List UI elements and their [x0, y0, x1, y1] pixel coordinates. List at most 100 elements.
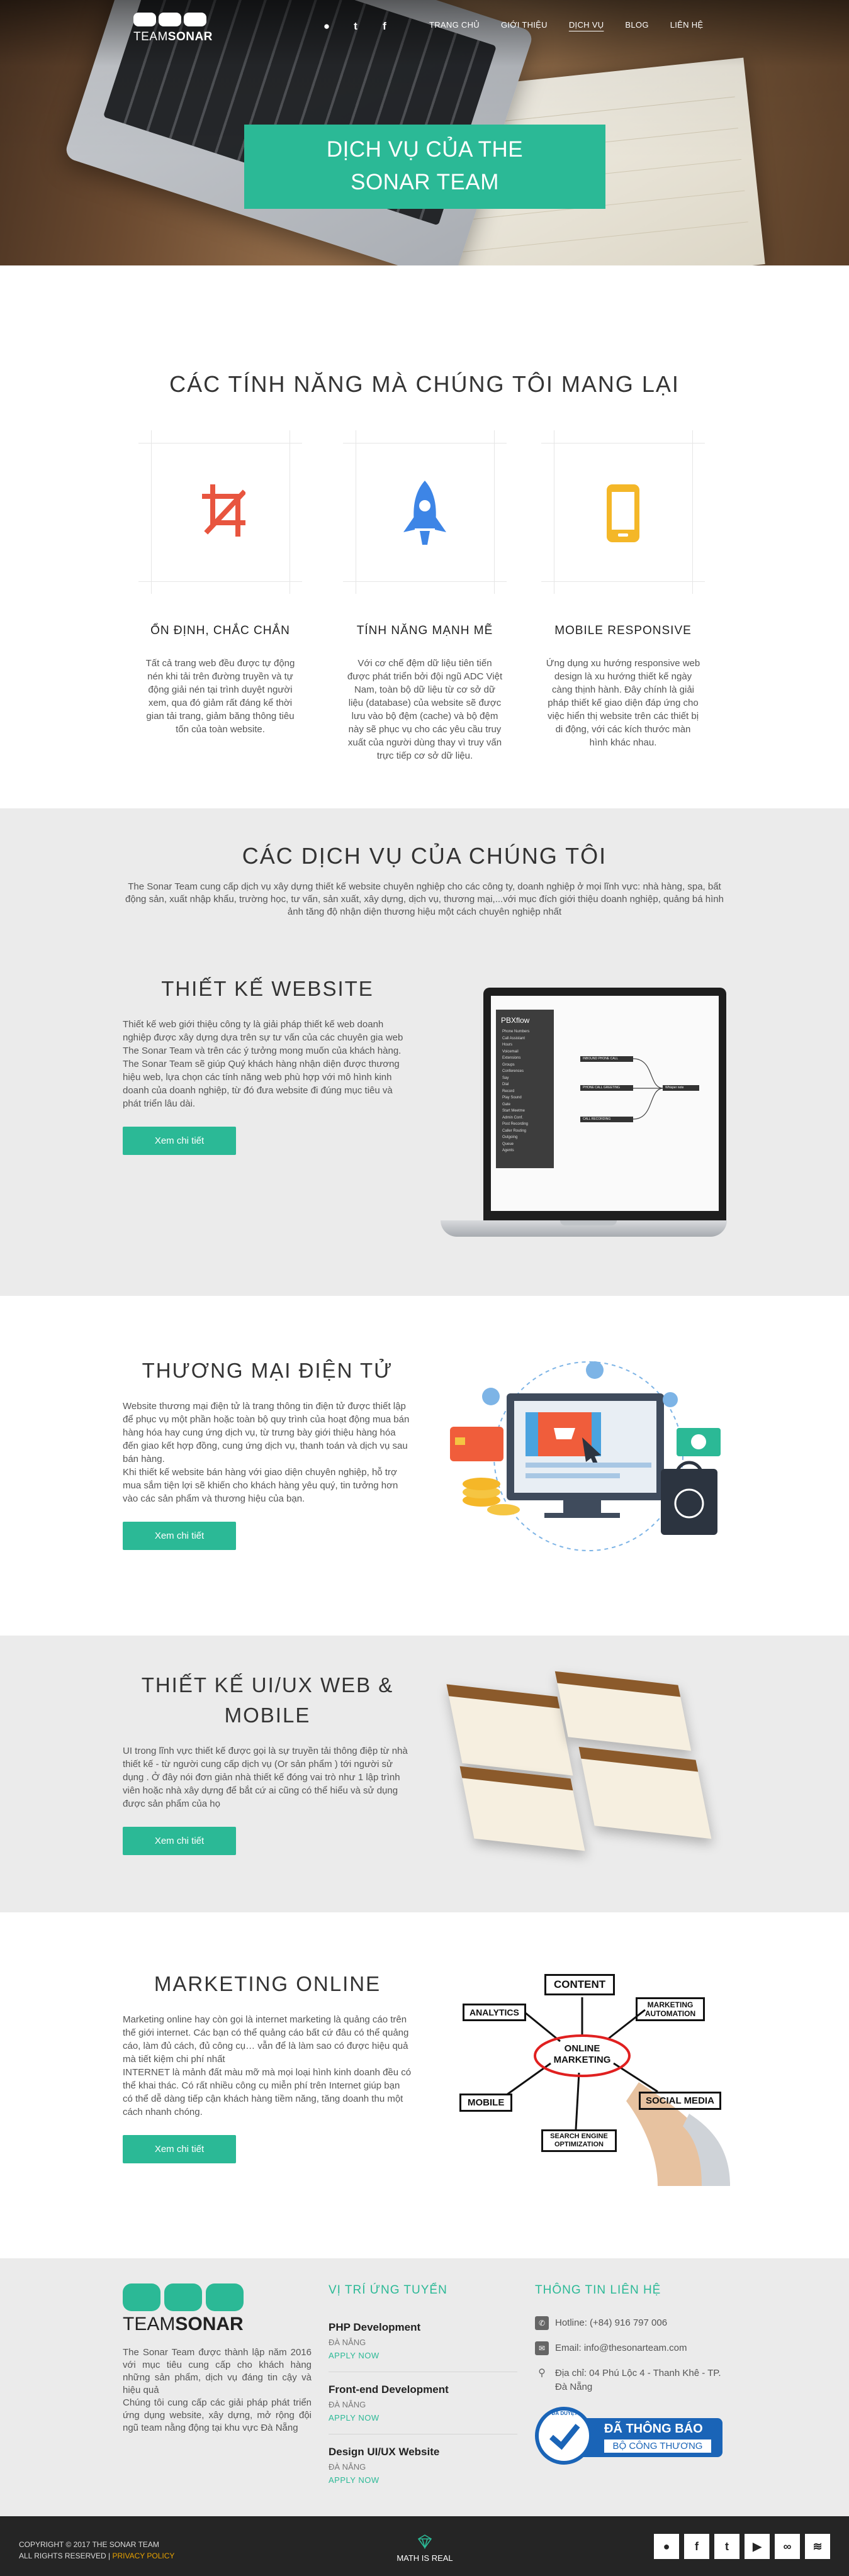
service-title: THIẾT KẾ UI/UX WEB & MOBILE [141, 1673, 394, 1727]
service-marketing: MARKETING ONLINE Marketing online hay cò… [123, 1969, 412, 2163]
mock-menu-item: Gate [502, 1102, 511, 1107]
services-intro: CÁC DỊCH VỤ CỦA CHÚNG TÔI The Sonar Team… [0, 843, 849, 918]
feature-text: Tất cả trang web đều được tự động nén kh… [145, 658, 295, 735]
service-text: UI trong lĩnh vực thiết kế được gọi là s… [123, 1746, 408, 1809]
service-uiux: THIẾT KẾ UI/UX WEB & MOBILE UI trong lĩn… [123, 1670, 412, 1855]
nav-item-contact[interactable]: LIÊN HỆ [670, 20, 704, 30]
contact-hotline[interactable]: Hotline: (+84) 916 797 006 [555, 2316, 667, 2330]
diagram-content-label: CONTENT [544, 1974, 616, 1995]
services-intro-text: The Sonar Team cung cấp dịch vụ xây dựng… [125, 881, 724, 917]
mock-menu-item: Call Assistant [502, 1036, 526, 1040]
nav-item-blog[interactable]: BLOG [625, 20, 648, 30]
service-website: THIẾT KẾ WEBSITE Thiết kế web giới thiệu… [123, 974, 412, 1155]
twitter-icon[interactable]: t [350, 20, 361, 33]
contact-title: THÔNG TIN LIÊN HỆ [535, 2283, 661, 2297]
mock-menu-item: Dial [502, 1083, 509, 1086]
apply-now-link[interactable]: APPLY NOW [329, 2351, 517, 2360]
view-details-button[interactable]: Xem chi tiết [123, 1522, 236, 1550]
nav-item-services[interactable]: DỊCH VỤ [569, 20, 604, 30]
mock-menu-item: Start Meetme [502, 1109, 526, 1113]
view-details-button[interactable]: Xem chi tiết [123, 1127, 236, 1155]
youtube-icon[interactable]: ▶ [745, 2534, 770, 2559]
mock-menu-item: Post Recording [502, 1122, 529, 1126]
mock-menu-item: Queue [502, 1142, 514, 1146]
diagram-mobile-label: MOBILE [459, 2094, 513, 2112]
mock-menu-item: Agents [502, 1149, 514, 1152]
job-item: Front-end Development ĐÀ NẴNG APPLY NOW [329, 2384, 517, 2423]
privacy-policy-link[interactable]: PRIVACY POLICY [113, 2551, 175, 2560]
phone-icon: ✆ [535, 2316, 549, 2330]
feature-text: Với cơ chế đệm dữ liệu tiên tiến được ph… [347, 658, 503, 761]
crop-icon [202, 484, 245, 537]
service-ecommerce: THƯƠNG MẠI ĐIỆN TỬ Website thương mại đi… [123, 1356, 412, 1550]
mock-menu-item: Admin Conf. [502, 1115, 524, 1120]
rocket-icon [403, 481, 446, 545]
feature-stability: ỔN ĐỊNH, CHẮC CHẮN Tất cả trang web đều … [138, 430, 302, 736]
registered-ministry-badge[interactable]: ĐÃ DUYỆT ĐÃ THÔNG BÁO BỘ CÔNG THƯƠNG [535, 2407, 724, 2465]
diagram-analytics-label: ANALYTICS [463, 2004, 526, 2021]
mock-menu-item: Voicemail [502, 1049, 519, 1054]
diamond-icon [417, 2534, 432, 2550]
feature-heading: MOBILE RESPONSIVE [554, 624, 692, 637]
bottom-bar: COPYRIGHT © 2017 THE SONAR TEAM ALL RIGH… [0, 2516, 849, 2576]
feature-heading: ỔN ĐỊNH, CHẮC CHẮN [150, 624, 290, 637]
contact-address: Địa chỉ: 04 Phú Lộc 4 - Thanh Khê - TP. … [555, 2368, 721, 2392]
service-text: Marketing online hay còn gọi là internet… [123, 2014, 412, 2117]
feature-heading: TÍNH NĂNG MẠNH MẼ [356, 624, 493, 637]
mock-menu-item: Record [502, 1089, 515, 1093]
twitter-icon[interactable]: t [714, 2534, 739, 2559]
mock-menu-item: Outgoing [502, 1135, 518, 1139]
mock-app-name: PBXflow [501, 1016, 530, 1025]
laptop-screen-image: PBXflow Phone Numbers Call Assistant Hours… [441, 984, 727, 1252]
mobile-icon [607, 484, 639, 542]
header-social-links: ● t f [321, 20, 390, 33]
service-text: Website thương mại điện tử là trang thôn… [123, 1401, 410, 1504]
mock-menu-item: Play Sound [502, 1096, 522, 1100]
feature-power: TÍNH NĂNG MẠNH MẼ Với cơ chế đệm dữ liệu… [343, 430, 507, 762]
github-icon[interactable]: ● [321, 20, 332, 33]
check-icon [549, 2424, 580, 2450]
services-title: CÁC DỊCH VỤ CỦA CHÚNG TÔI [242, 843, 607, 869]
marketing-diagram: CONTENT ANALYTICS MARKETING AUTOMATION O… [450, 1969, 730, 2186]
service-title: MARKETING ONLINE [154, 1972, 381, 1995]
mock-menu: Phone Numbers Call Assistant Hours Voicemai… [502, 1029, 551, 1154]
view-details-button[interactable]: Xem chi tiết [123, 1827, 236, 1855]
rss-icon[interactable]: ≋ [805, 2534, 830, 2559]
page-title: DỊCH VỤ CỦA THE SONAR TEAM [244, 125, 605, 209]
link-icon[interactable]: ∞ [775, 2534, 800, 2559]
job-item: Design UI/UX Website ĐÀ NẴNG APPLY NOW [329, 2446, 517, 2485]
features-title: CÁC TÍNH NĂNG MÀ CHÚNG TÔI MANG LẠI [169, 371, 680, 397]
footer-logo: TEAMSONAR [123, 2283, 255, 2337]
feature-responsive: MOBILE RESPONSIVE Ứng dụng xu hướng resp… [541, 430, 705, 749]
facebook-icon[interactable]: f [684, 2534, 709, 2559]
facebook-icon[interactable]: f [379, 20, 390, 33]
service-title: THIẾT KẾ WEBSITE [161, 977, 374, 1000]
map-marker-icon: ⚲ [538, 2368, 546, 2378]
site-logo[interactable]: TEAMSONAR [133, 13, 212, 43]
email-icon: ✉ [535, 2341, 549, 2355]
nav-item-about[interactable]: GIỚI THIỆU [501, 20, 548, 30]
footer-contact: THÔNG TIN LIÊN HỆ ✆ Hotline: (+84) 916 7… [535, 2283, 730, 2465]
mock-menu-item: Extensions [502, 1056, 521, 1060]
uiux-mockups-image [441, 1667, 730, 1856]
nav-item-home[interactable]: TRANG CHỦ [429, 20, 480, 30]
footer-social-links: ● f t ▶ ∞ ≋ [654, 2534, 830, 2559]
mock-menu-item: Conferences [502, 1069, 524, 1073]
view-details-button[interactable]: Xem chi tiết [123, 2135, 236, 2163]
feature-text: Ứng dụng xu hướng responsive web design … [546, 658, 700, 748]
diagram-online-marketing-label: ONLINE MARKETING [553, 2043, 611, 2065]
contact-email[interactable]: Email: info@thesonarteam.com [555, 2341, 687, 2355]
mock-menu-item: Hours [502, 1043, 513, 1047]
mock-menu-item: Phone Numbers [502, 1030, 530, 1034]
diagram-seo-label: SEARCH ENGINE OPTIMIZATION [541, 2129, 617, 2152]
service-title: THƯƠNG MẠI ĐIỆN TỬ [142, 1359, 393, 1382]
job-item: PHP Development ĐÀ NẴNG APPLY NOW [329, 2321, 517, 2360]
diagram-social-label: SOCIAL MEDIA [639, 2092, 721, 2110]
apply-now-link[interactable]: APPLY NOW [329, 2475, 517, 2485]
github-icon[interactable]: ● [654, 2534, 679, 2559]
mock-menu-item: Caller Routing [502, 1129, 527, 1133]
top-navigation: TEAMSONAR ● t f TRANG CHỦ GIỚI THIỆU DỊC… [0, 0, 849, 54]
hero-banner: TEAMSONAR ● t f TRANG CHỦ GIỚI THIỆU DỊC… [0, 0, 849, 265]
apply-now-link[interactable]: APPLY NOW [329, 2413, 517, 2423]
copyright: COPYRIGHT © 2017 THE SONAR TEAM ALL RIGH… [19, 2540, 175, 2560]
